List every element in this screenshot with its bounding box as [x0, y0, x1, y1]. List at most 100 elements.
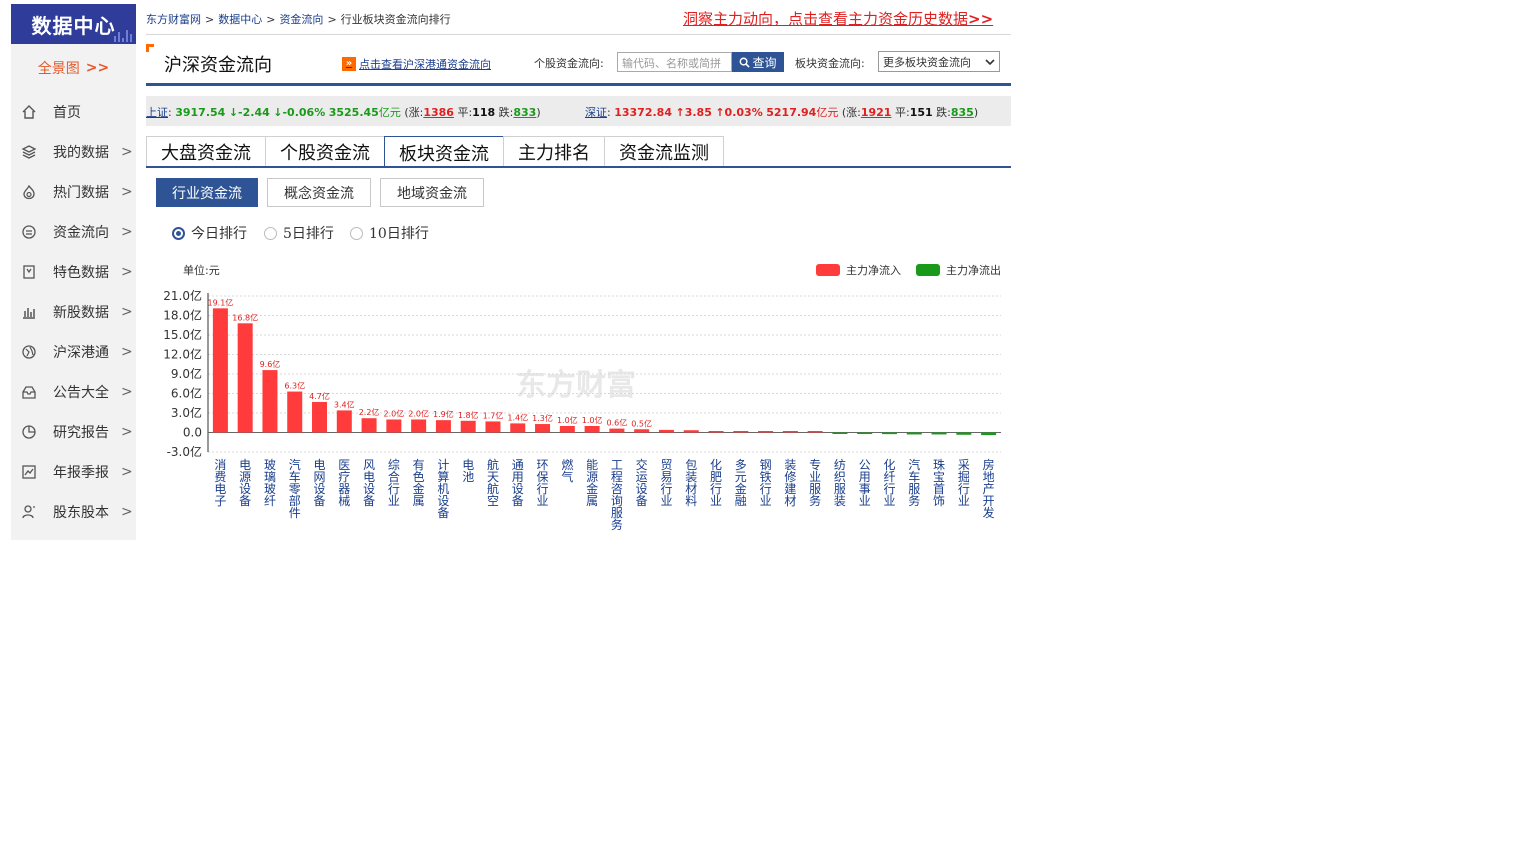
breadcrumb-home[interactable]: 东方财富网: [146, 13, 201, 26]
sh-up-label: (涨:: [404, 106, 424, 119]
search-icon: [740, 57, 751, 68]
bar-20: [708, 431, 724, 433]
sh-flat-label: 平:: [457, 106, 473, 119]
hk-connect-link[interactable]: » 点击查看沪深港通资金流向: [342, 56, 491, 72]
sh-change: ↓-2.44: [228, 106, 270, 119]
data-label: 1.0亿: [582, 415, 603, 425]
sh-amount: 3525.45: [328, 106, 379, 119]
bar-7: [386, 419, 402, 433]
y-tick-label: 15.0亿: [163, 327, 202, 342]
sidebar-item-0[interactable]: 首页: [11, 92, 136, 132]
breadcrumb-data-center[interactable]: 数据中心: [218, 13, 262, 26]
sidebar-item-2[interactable]: 热门数据 >: [11, 172, 136, 212]
sidebar-item-3[interactable]: 资金流向 >: [11, 212, 136, 252]
y-tick-label: 21.0亿: [163, 288, 202, 303]
sector-flow-label: 板块资金流向:: [795, 57, 865, 70]
tab-1[interactable]: 个股资金流: [265, 136, 385, 167]
sidebar-item-label: 特色数据: [53, 265, 109, 281]
sh-index-link[interactable]: 上证: [146, 106, 168, 119]
radio-today[interactable]: 今日排行: [172, 223, 247, 243]
bar-17: [634, 429, 650, 433]
y-tick-label: 12.0亿: [163, 347, 202, 362]
sh-pct: ↓-0.06%: [273, 106, 326, 119]
bar-29: [931, 432, 947, 435]
data-label: 0.5亿: [631, 418, 652, 428]
bar-30: [956, 432, 972, 435]
sh-down-count[interactable]: 833: [513, 106, 536, 119]
chevron-right-icon: >: [121, 384, 133, 400]
search-button-label: 查询: [752, 55, 777, 70]
close-paren: ): [536, 106, 541, 119]
x-tick-label: 房地产开发: [983, 457, 995, 520]
inbox-icon: [21, 384, 37, 400]
subtab-industry[interactable]: 行业资金流: [156, 178, 258, 207]
x-tick-label: 交运设备: [636, 457, 648, 508]
radio-button[interactable]: [172, 226, 185, 240]
bar-19: [683, 430, 699, 433]
sidebar-nav: 首页 我的数据 > 热门数据 > 资金流向 > 特色数据 > 新股数据 > 沪深港通 > 公告大全 > 研究报…: [11, 92, 136, 532]
radio-5day[interactable]: 5日排行: [264, 223, 334, 243]
subtab-concept[interactable]: 概念资金流: [267, 178, 371, 207]
tab-4[interactable]: 资金流监测: [604, 136, 724, 167]
sidebar-item-5[interactable]: 新股数据 >: [11, 292, 136, 332]
chevron-right-icon: >: [121, 224, 133, 240]
colon: :: [168, 106, 172, 119]
data-label: 3.4亿: [334, 399, 355, 409]
bar-27: [881, 432, 897, 435]
tab-2[interactable]: 板块资金流: [384, 136, 504, 168]
x-tick-label: 环保行业: [537, 458, 549, 508]
chevron-right-icon: >: [121, 184, 133, 200]
sidebar-item-6[interactable]: 沪深港通 >: [11, 332, 136, 372]
tab-0[interactable]: 大盘资金流: [146, 136, 266, 167]
data-label: 1.4亿: [507, 412, 528, 422]
sidebar-item-8[interactable]: 研究报告 >: [11, 412, 136, 452]
x-tick-label: 化纤行业: [883, 458, 895, 508]
x-tick-label: 珠宝首饰: [933, 458, 945, 508]
bar-24: [807, 431, 823, 433]
radio-10day[interactable]: 10日排行: [350, 223, 429, 243]
x-tick-label: 纺织服装: [834, 458, 846, 508]
stock-search-input[interactable]: 输代码、名称或简拼: [617, 52, 732, 72]
sidebar-item-label: 新股数据: [53, 305, 109, 321]
sz-down-count[interactable]: 835: [951, 106, 974, 119]
bar-21: [733, 431, 749, 433]
bar-15: [584, 426, 600, 433]
stock-flow-label: 个股资金流向:: [534, 57, 604, 70]
overview-label: 全景图: [37, 61, 80, 77]
bar-22: [758, 431, 774, 433]
x-tick-label: 能源金属: [586, 458, 598, 508]
sidebar-item-10[interactable]: 股东股本 >: [11, 492, 136, 532]
main-tabs: 大盘资金流 个股资金流 板块资金流 主力排名 资金流监测: [146, 136, 724, 168]
breadcrumb-sep: >: [327, 13, 337, 26]
x-tick-label: 包装材料: [685, 458, 697, 508]
chevron-right-icon: >: [121, 144, 133, 160]
sidebar-item-label: 我的数据: [53, 145, 109, 161]
tabs-underline: [146, 166, 1011, 168]
x-tick-label: 计算机设备: [437, 458, 449, 520]
search-button[interactable]: 查询: [732, 52, 784, 72]
radio-button[interactable]: [264, 226, 277, 240]
page-title: 沪深资金流向: [164, 55, 272, 76]
data-label: 2.0亿: [383, 409, 404, 419]
sz-price: 13372.84: [614, 106, 672, 119]
hk-connect-link-text: 点击查看沪深港通资金流向: [359, 58, 491, 71]
sz-up-label: (涨:: [841, 106, 861, 119]
sz-index-link[interactable]: 深证: [585, 106, 607, 119]
sidebar-item-9[interactable]: 年报季报 >: [11, 452, 136, 492]
bar-11: [485, 421, 501, 433]
subtab-region[interactable]: 地域资金流: [380, 178, 484, 207]
sidebar-item-7[interactable]: 公告大全 >: [11, 372, 136, 412]
sector-flow-select[interactable]: 更多板块资金流向: [878, 51, 1000, 72]
sh-up-count[interactable]: 1386: [423, 106, 454, 119]
breadcrumb-money-flow[interactable]: 资金流向: [279, 13, 323, 26]
tab-3[interactable]: 主力排名: [503, 136, 605, 167]
x-tick-label: 采掘行业: [958, 458, 970, 508]
radio-button[interactable]: [350, 226, 363, 240]
promo-link[interactable]: 洞察主力动向，点击查看主力资金历史数据>>: [683, 8, 993, 29]
sz-up-count[interactable]: 1921: [861, 106, 892, 119]
overview-link[interactable]: 全景图 >>: [11, 44, 136, 92]
sidebar-item-1[interactable]: 我的数据 >: [11, 132, 136, 172]
data-center-logo[interactable]: 数据中心: [11, 4, 136, 44]
sz-change: ↑3.85: [675, 106, 712, 119]
sidebar-item-4[interactable]: 特色数据 >: [11, 252, 136, 292]
